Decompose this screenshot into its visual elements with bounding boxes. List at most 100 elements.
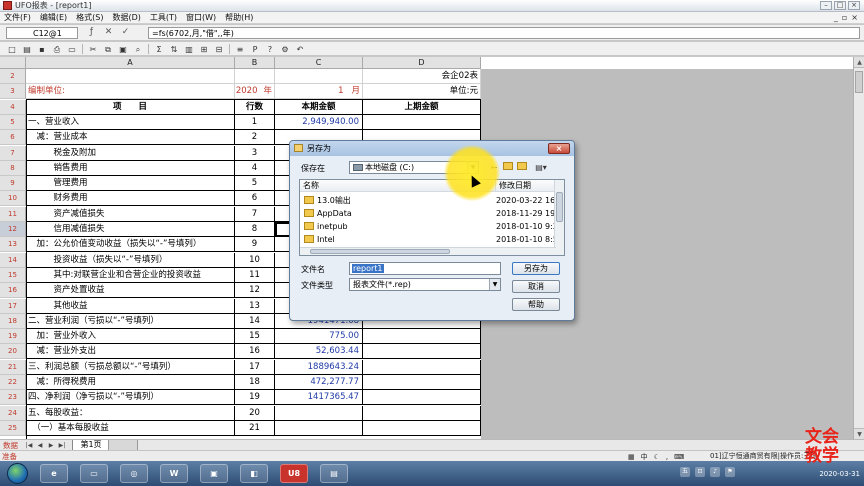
- row-header[interactable]: 25: [0, 420, 26, 436]
- row-current-amount[interactable]: 2,949,940.00: [275, 114, 363, 130]
- row-item-label[interactable]: 减：营业成本: [26, 130, 235, 146]
- scroll-down-icon[interactable]: ▼: [854, 428, 864, 439]
- row-header[interactable]: 15: [0, 267, 26, 283]
- row-item-label[interactable]: 四、净利润（净亏损以“-”号填列）: [26, 390, 235, 406]
- row-previous-amount[interactable]: [363, 114, 481, 130]
- row-header[interactable]: 5: [0, 114, 26, 130]
- row-header[interactable]: 7: [0, 145, 26, 161]
- cancel-button[interactable]: 取消: [512, 280, 560, 293]
- row-line-number[interactable]: 11: [235, 267, 275, 283]
- row-item-label[interactable]: 加：公允价值变动收益（损失以“-”号填列）: [26, 237, 235, 253]
- row-current-amount[interactable]: 1889643.24: [275, 359, 363, 375]
- current-amount-header[interactable]: 本期金额: [275, 99, 363, 115]
- accept-formula-icon[interactable]: ✓: [120, 27, 131, 38]
- copy-icon[interactable]: ⧉: [102, 43, 114, 54]
- doc-close-icon[interactable]: ×: [851, 13, 858, 22]
- list-item[interactable]: Intel 2018-01-10 8:52: [300, 233, 556, 246]
- menu-data[interactable]: 数据(D): [112, 12, 140, 23]
- print-preview-icon[interactable]: ▭: [66, 43, 78, 54]
- row-header[interactable]: 13: [0, 237, 26, 253]
- row-header[interactable]: 10: [0, 191, 26, 207]
- row-header[interactable]: 24: [0, 405, 26, 421]
- item-header[interactable]: 项 目: [26, 99, 235, 115]
- row-previous-amount[interactable]: [363, 329, 481, 345]
- row-header[interactable]: 23: [0, 390, 26, 406]
- row-item-label[interactable]: 财务费用: [26, 191, 235, 207]
- row-line-number[interactable]: 6: [235, 191, 275, 207]
- row-previous-amount[interactable]: [363, 390, 481, 406]
- row-item-label[interactable]: 税金及附加: [26, 145, 235, 161]
- row-header[interactable]: 18: [0, 313, 26, 329]
- row-header[interactable]: 8: [0, 160, 26, 176]
- ime-moon-icon[interactable]: ☾: [654, 453, 660, 461]
- save-button[interactable]: 另存为: [512, 262, 560, 275]
- row-line-number[interactable]: 4: [235, 160, 275, 176]
- row-line-number[interactable]: 20: [235, 405, 275, 421]
- row-line-number[interactable]: 12: [235, 283, 275, 299]
- row-header[interactable]: 22: [0, 375, 26, 390]
- row-current-amount[interactable]: 52,603.44: [275, 344, 363, 360]
- row-previous-amount[interactable]: [363, 375, 481, 390]
- scroll-thumb[interactable]: [556, 192, 563, 222]
- paste-icon[interactable]: ▣: [117, 43, 129, 54]
- column-header-a[interactable]: A: [26, 57, 235, 69]
- row-header[interactable]: 2: [0, 69, 26, 84]
- row-header[interactable]: 21: [0, 359, 26, 375]
- row-item-label[interactable]: 资产处置收益: [26, 283, 235, 299]
- row-previous-amount[interactable]: [363, 420, 481, 436]
- folder-icon[interactable]: ▭: [80, 464, 108, 483]
- row-current-amount[interactable]: 775.00: [275, 329, 363, 345]
- list-item[interactable]: 13.0输出 2020-03-22 16:4: [300, 194, 556, 207]
- row-line-number[interactable]: 15: [235, 329, 275, 345]
- row-line-number[interactable]: 17: [235, 359, 275, 375]
- row-item-label[interactable]: 一、营业收入: [26, 114, 235, 130]
- cell-reference-box[interactable]: C12@1: [6, 27, 78, 39]
- scroll-up-icon[interactable]: ▲: [854, 57, 864, 68]
- taskbar-clock[interactable]: 2020-03-31: [819, 470, 860, 478]
- row-header[interactable]: 6: [0, 130, 26, 146]
- row-header[interactable]: 17: [0, 298, 26, 314]
- ime-grid-icon[interactable]: ▦: [628, 453, 635, 461]
- column-header-d[interactable]: D: [363, 57, 481, 69]
- file-list-hscroll[interactable]: [300, 247, 556, 255]
- top-right-label[interactable]: 会企02表: [363, 69, 481, 84]
- row-line-number[interactable]: 7: [235, 206, 275, 222]
- filetype-select[interactable]: 报表文件(*.rep) ▼: [349, 278, 501, 291]
- first-sheet-icon[interactable]: |◀: [24, 441, 34, 450]
- start-button[interactable]: [7, 463, 28, 484]
- tray-network-icon[interactable]: ⊡: [695, 467, 705, 477]
- last-sheet-icon[interactable]: ▶|: [57, 441, 67, 450]
- sum-icon[interactable]: Σ: [153, 43, 165, 54]
- column-date-header[interactable]: 修改日期: [496, 180, 556, 192]
- row-item-label[interactable]: 信用减值损失: [26, 222, 235, 237]
- row-header[interactable]: 19: [0, 329, 26, 345]
- row-previous-amount[interactable]: [363, 344, 481, 360]
- next-sheet-icon[interactable]: ▶: [46, 441, 56, 450]
- ime-language[interactable]: 中: [641, 452, 648, 462]
- chrome-icon[interactable]: ◎: [120, 464, 148, 483]
- row-item-label[interactable]: 销售费用: [26, 160, 235, 176]
- row-line-number[interactable]: 8: [235, 222, 275, 237]
- chart-icon[interactable]: ▥: [183, 43, 195, 54]
- file-list-vscroll[interactable]: [554, 180, 564, 255]
- line-number-header[interactable]: 行数: [235, 99, 275, 115]
- tray-ime-icon[interactable]: 五: [680, 467, 690, 477]
- row-line-number[interactable]: 1: [235, 114, 275, 130]
- row-header[interactable]: 20: [0, 344, 26, 360]
- formula-input[interactable]: =fs(6702,月,"借",,年): [148, 27, 860, 39]
- maximize-button[interactable]: □: [834, 1, 846, 10]
- tray-flag-icon[interactable]: ⚑: [725, 467, 735, 477]
- new-folder-icon[interactable]: [516, 162, 528, 173]
- row-previous-amount[interactable]: [363, 359, 481, 375]
- row-header[interactable]: 3: [0, 84, 26, 100]
- month-cell[interactable]: 1月: [275, 84, 363, 100]
- insert-icon[interactable]: ⊞: [198, 43, 210, 54]
- row-item-label[interactable]: 加：营业外收入: [26, 329, 235, 345]
- row-line-number[interactable]: 13: [235, 298, 275, 314]
- chip-icon[interactable]: ▣: [200, 464, 228, 483]
- row-item-label[interactable]: 投资收益（损失以“-”号填列）: [26, 252, 235, 268]
- sheet-corner[interactable]: [0, 57, 26, 69]
- menu-help[interactable]: 帮助(H): [225, 12, 253, 23]
- row-item-label[interactable]: 其中:对联营企业和合营企业的投资收益: [26, 267, 235, 283]
- p-icon[interactable]: P: [249, 43, 261, 54]
